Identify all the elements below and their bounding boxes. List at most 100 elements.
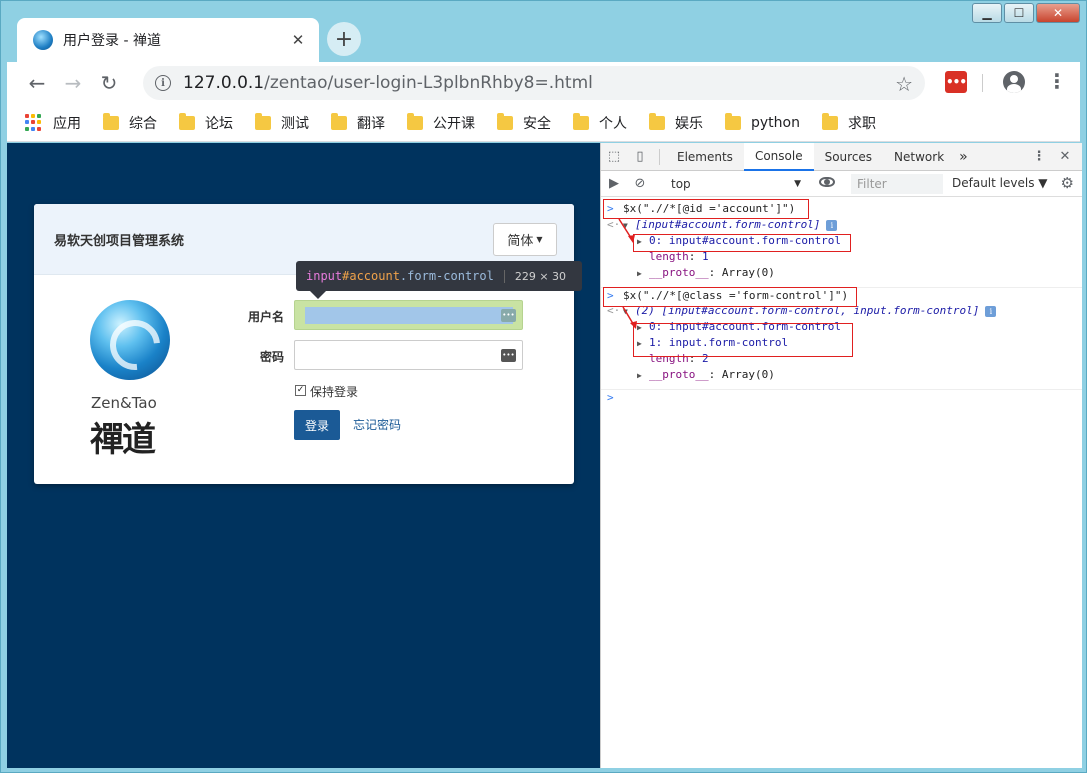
tab-network[interactable]: Network [883,143,955,171]
console-result-line[interactable]: <·▼(2) [input#account.form-control, inpu… [601,303,1082,319]
tab-user-login[interactable]: 用户登录 - 禅道 ✕ [17,18,319,62]
console-output: > $x(".//*[@id ='account']") <· ▼ [input#ac… [601,197,1082,405]
reload-button[interactable]: ↻ [91,65,127,101]
collapse-triangle-icon[interactable]: ▶ [637,336,645,352]
caret-down-icon: ▼ [536,235,543,244]
forward-button[interactable]: → [55,65,91,101]
password-manager-icon[interactable]: ••• [501,349,516,362]
tab-console[interactable]: Console [743,142,814,171]
bookmark-folder[interactable]: 论坛 [179,112,233,133]
login-panel: 易软天创项目管理系统 简体 ▼ Zen&Tao 禪道 用户名 ••• 密码 •••… [34,204,582,484]
console-length-line: length: 1 [649,250,709,263]
remember-label: 保持登录 [310,385,359,399]
logo-text: Zen&Tao [91,394,157,412]
bookmark-folder[interactable]: python [725,112,800,131]
console-array-item[interactable]: ▶ 0: input#account.form-control [601,319,1082,335]
page-viewport: 易软天创项目管理系统 简体 ▼ Zen&Tao 禪道 用户名 ••• 密码 •••… [7,143,600,768]
console-input-line[interactable]: > $x(".//*[@class ='form-control']") [601,287,1082,303]
collapse-triangle-icon[interactable]: ▶ [637,368,645,384]
console-array-item[interactable]: ▶ 1: input.form-control [601,335,1082,351]
url-text: 127.0.0.1/zentao/user-login-L3plbnRhby8=… [183,73,593,93]
devtools-panel: ⬚ ▯ Elements Console Sources Network » ⋮… [600,142,1082,768]
devtools-close-icon[interactable]: ✕ [1052,143,1078,171]
bookmark-star-icon[interactable]: ☆ [895,72,913,96]
tab-sources[interactable]: Sources [814,143,883,171]
live-expression-eye-icon[interactable] [819,177,835,187]
annotation-arrowhead-1 [628,235,635,243]
remember-checkbox[interactable]: ✓ [295,385,306,396]
forget-password-link[interactable]: 忘记密码 [353,416,401,433]
info-badge-icon: i [985,306,997,317]
tab-title: 用户登录 - 禅道 [63,33,161,49]
folder-icon [407,112,423,130]
more-tabs-icon[interactable]: » [955,143,972,171]
username-label: 用户名 [248,310,285,324]
console-settings-gear-icon[interactable]: ⚙ [1061,174,1074,192]
bookmark-folder[interactable]: 个人 [573,112,627,133]
browser-toolbar: ← → ↻ i 127.0.0.1/zentao/user-login-L3pl… [7,62,1080,104]
password-manager-icon[interactable]: ••• [501,309,516,322]
inspect-element-icon[interactable]: ⬚ [601,143,627,171]
zentao-logo-icon [90,300,170,380]
annotation-arrows [618,218,637,329]
folder-icon [103,112,119,130]
prompt-chevron-icon: > [607,391,614,404]
console-result-line[interactable]: <· ▼ [input#account.form-control] i [601,217,1082,233]
folder-icon [649,112,665,130]
console-length-line: length: 2 [649,352,709,365]
browser-menu-icon[interactable]: ⋮ [1047,69,1067,93]
folder-icon [255,112,271,130]
folder-icon [725,112,741,130]
browser-window: ▁ ☐ ✕ 用户登录 - 禅道 ✕ + ← → ↻ i 127.0.0.1/ze… [0,0,1087,773]
caret-down-icon: ▼ [794,179,801,189]
site-info-icon[interactable]: i [155,75,171,91]
bookmark-folder[interactable]: 求职 [821,112,876,133]
folder-icon [573,112,589,130]
tab-elements[interactable]: Elements [666,143,744,171]
zentao-favicon-icon [33,30,53,50]
back-button[interactable]: ← [19,65,55,101]
console-array-item[interactable]: ▶ 0: input#account.form-control [601,233,1082,249]
bookmark-folder[interactable]: 翻译 [331,112,385,133]
context-select[interactable]: top ▼ [665,174,805,194]
sidebar-toggle-icon[interactable]: ▶ [601,171,627,197]
tab-close-icon[interactable]: ✕ [289,31,307,49]
devtools-tabbar: ⬚ ▯ Elements Console Sources Network » ⋮… [601,142,1082,171]
new-tab-button[interactable]: + [327,22,361,56]
console-proto-line[interactable]: ▶ __proto__: Array(0) [601,265,1082,281]
console-input-line[interactable]: > $x(".//*[@id ='account']") [601,201,1082,217]
clear-console-icon[interactable]: ⊘ [627,171,653,197]
bookmark-folder[interactable]: 综合 [103,112,157,133]
bookmark-folder[interactable]: 安全 [497,112,551,133]
filter-input[interactable]: Filter [851,174,943,194]
extension-icon[interactable]: ••• [945,71,967,93]
annotation-arrowhead-2 [630,321,637,329]
inspect-tooltip: input #account .form-control 229 × 30 [296,261,582,299]
tab-strip: 用户登录 - 禅道 ✕ + [7,16,1080,62]
folder-icon [179,112,195,130]
profile-avatar-icon[interactable] [1003,71,1025,93]
toolbar-divider [982,74,983,92]
system-title: 易软天创项目管理系统 [54,233,185,249]
login-button[interactable]: 登录 [294,410,340,440]
bookmarks-bar: 应用 综合 论坛 测试 翻译 公开课 安全 个人 娱乐 python 求职 [7,104,1080,142]
bookmark-apps[interactable]: 应用 [25,113,81,133]
apps-icon [25,113,43,132]
password-input[interactable]: ••• [294,340,523,370]
tab-divider [659,148,660,165]
device-toolbar-icon[interactable]: ▯ [627,143,653,171]
password-label: 密码 [260,350,285,364]
bookmark-folder[interactable]: 测试 [255,112,309,133]
bookmark-folder[interactable]: 娱乐 [649,112,703,133]
devtools-menu-icon[interactable]: ⋮ [1026,143,1052,171]
console-prompt[interactable]: > [601,389,1082,405]
console-toolbar: ▶ ⊘ top ▼ Filter Default levels ▼ ⚙ [601,171,1082,197]
language-button[interactable]: 简体 ▼ [493,223,557,256]
log-levels-select[interactable]: Default levels ▼ [952,176,1048,190]
bookmark-folder[interactable]: 公开课 [407,112,475,133]
address-bar[interactable]: i 127.0.0.1/zentao/user-login-L3plbnRhby… [143,66,925,100]
console-proto-line[interactable]: ▶ __proto__: Array(0) [601,367,1082,383]
folder-icon [821,112,838,130]
info-badge-icon: i [826,220,838,231]
username-input[interactable]: ••• [294,300,523,330]
